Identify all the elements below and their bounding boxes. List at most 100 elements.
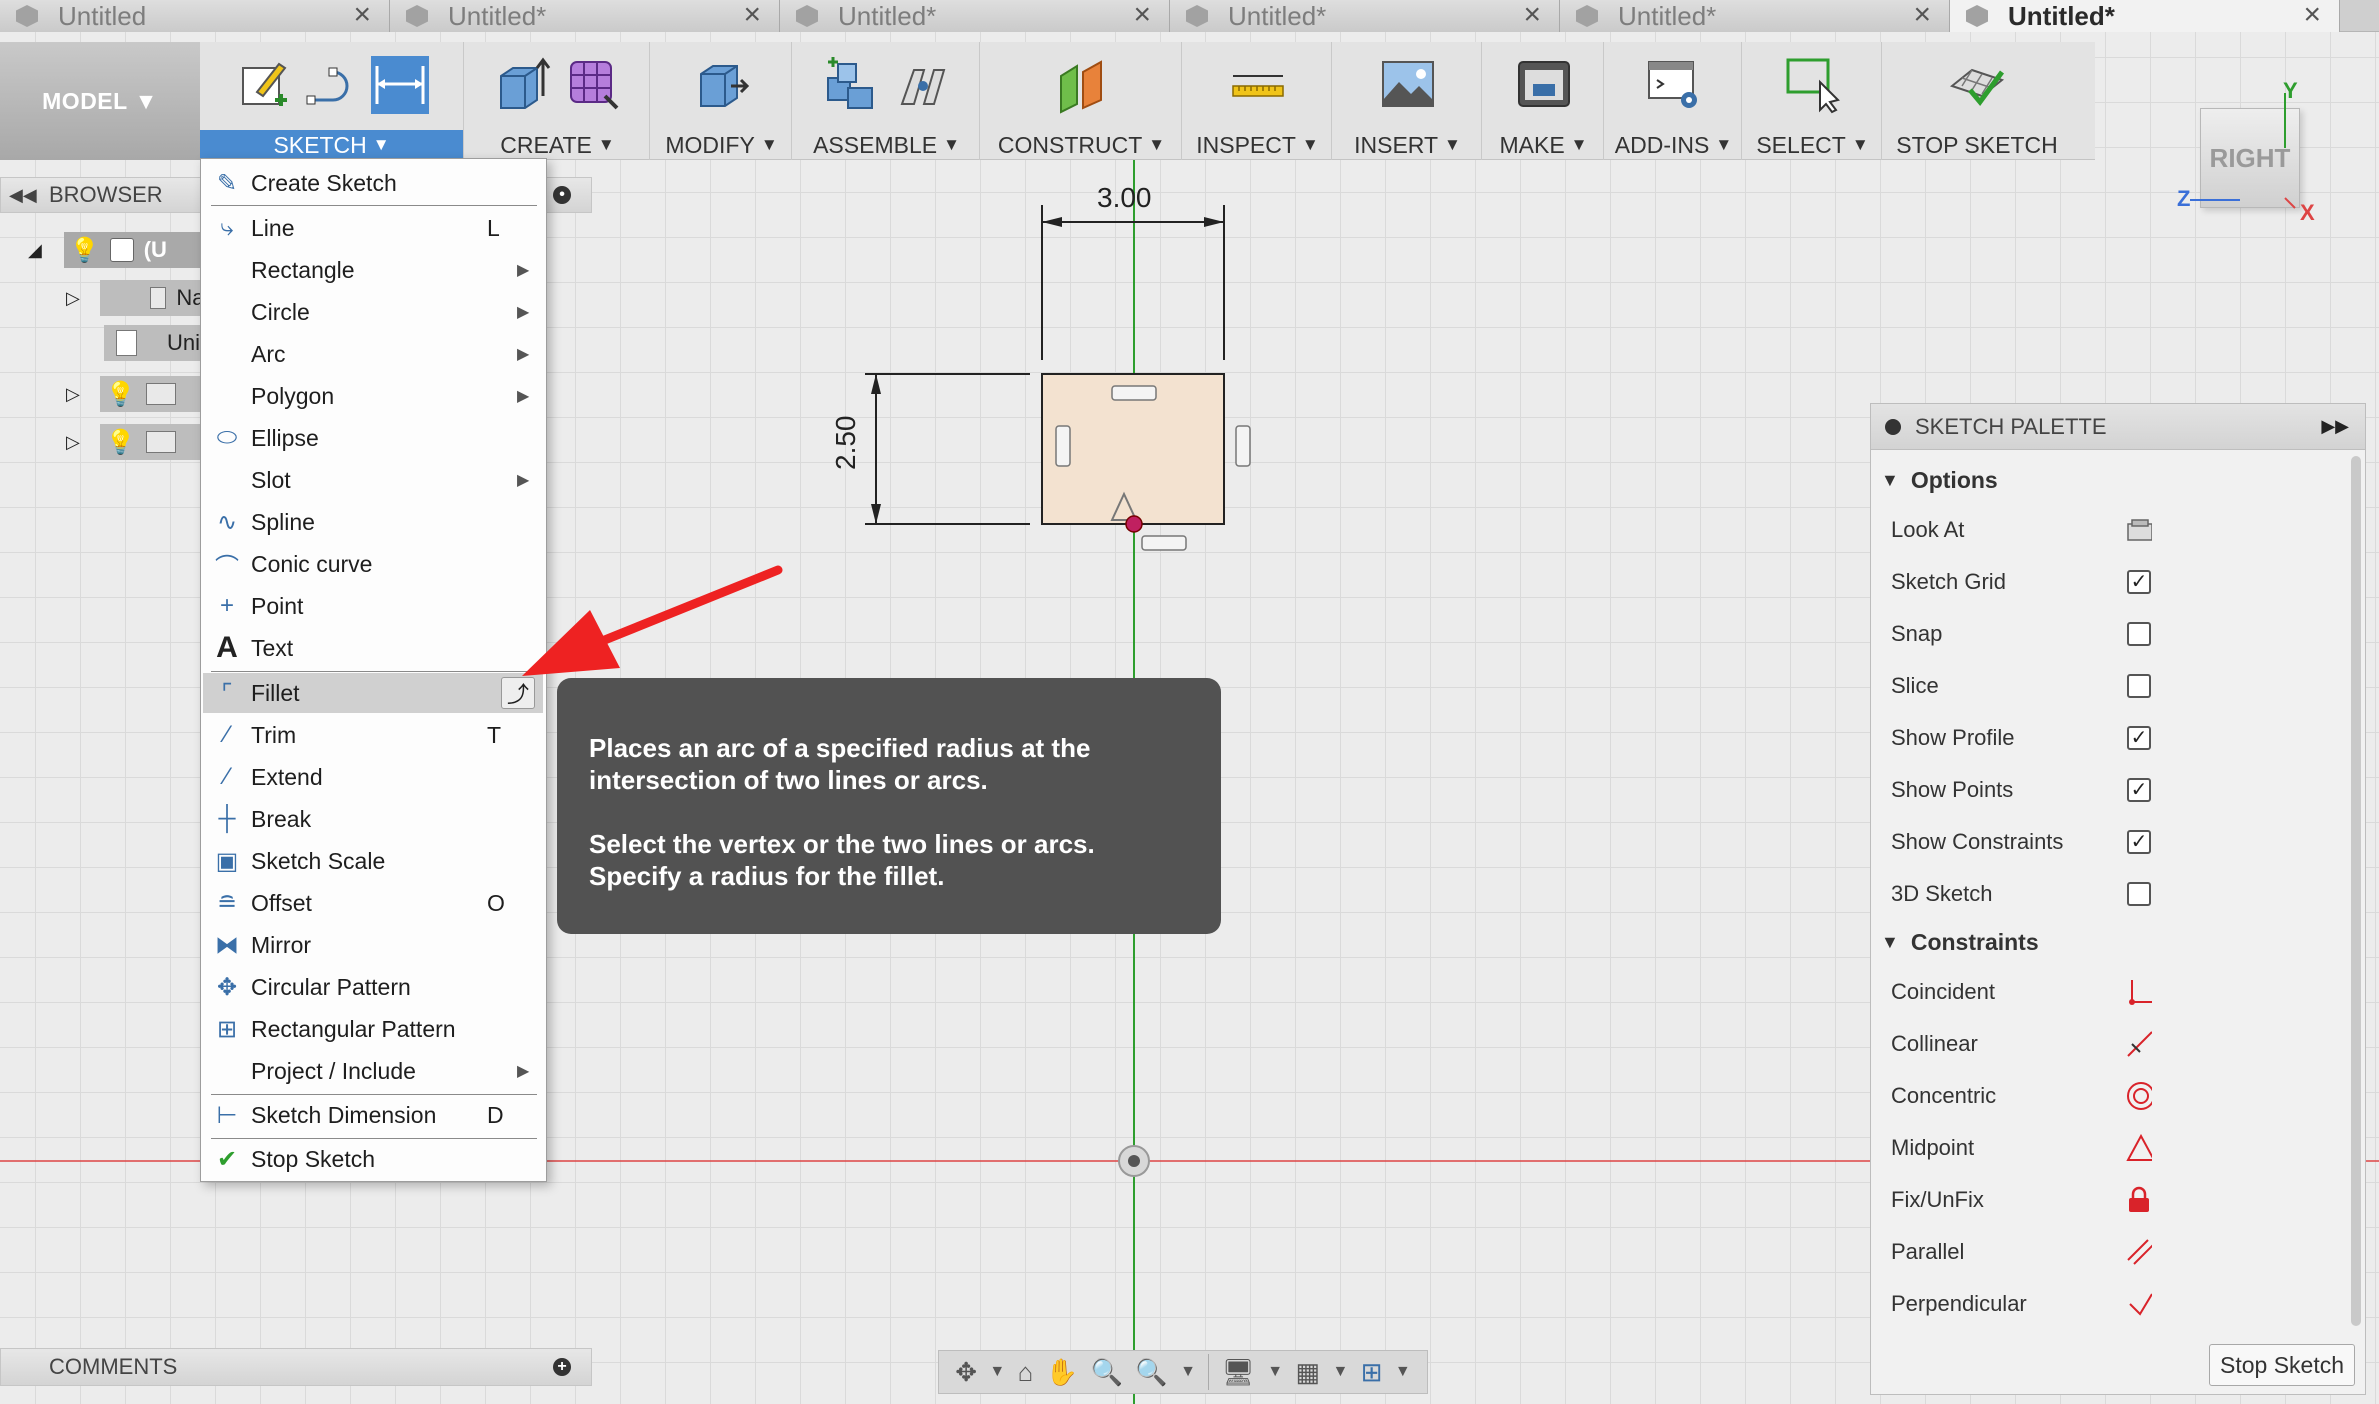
menu-item-arc[interactable]: Arc ▶: [203, 334, 543, 374]
menu-item-label: Spline: [251, 508, 315, 535]
menu-shortcut: L: [487, 214, 500, 241]
menu-item-extend[interactable]: ⁄ Extend: [203, 757, 543, 797]
line-icon: ⤷: [220, 214, 234, 241]
menu-item-offset[interactable]: ≘ Offset O: [203, 883, 543, 923]
show-constraints-checkbox[interactable]: ✓: [2127, 830, 2151, 854]
look-at-icon[interactable]: [2126, 517, 2152, 543]
options-section-header[interactable]: ▼ Options: [1871, 456, 1998, 504]
horizontal-constraint-icon[interactable]: [1111, 385, 1157, 401]
sketch-scale-icon: ▣: [215, 847, 239, 875]
option-show-constraints[interactable]: Show Constraints ✓: [1871, 816, 2341, 868]
option-show-points[interactable]: Show Points ✓: [1871, 764, 2341, 816]
slice-checkbox[interactable]: [2127, 674, 2151, 698]
constraint-concentric[interactable]: Concentric: [1871, 1070, 2341, 1122]
menu-item-rectangle[interactable]: Rectangle ▶: [203, 250, 543, 290]
option-3d-sketch[interactable]: 3D Sketch: [1871, 868, 2341, 920]
pan-hand-icon[interactable]: ✋: [1046, 1357, 1078, 1388]
option-look-at[interactable]: Look At: [1871, 504, 2341, 556]
menu-item-sketch-dimension[interactable]: ⊢ Sketch Dimension D: [203, 1095, 543, 1135]
midpoint-icon[interactable]: [2126, 1134, 2152, 1161]
vertical-constraint-icon[interactable]: [1235, 425, 1251, 467]
menu-item-point[interactable]: + Point: [203, 586, 543, 626]
menu-item-fillet[interactable]: ⌜ Fillet ⤴: [203, 673, 543, 713]
zoom-window-icon[interactable]: 🔍: [1135, 1357, 1167, 1388]
show-profile-checkbox[interactable]: ✓: [2127, 726, 2151, 750]
constraint-collinear[interactable]: Collinear: [1871, 1018, 2341, 1070]
palette-pin-icon[interactable]: [1885, 418, 1901, 435]
display-settings-icon[interactable]: 🖥: [1222, 1357, 1255, 1388]
menu-item-conic-curve[interactable]: ⌒ Conic curve: [203, 544, 543, 584]
chevron-down-icon[interactable]: ▼: [1332, 1363, 1348, 1381]
vertical-constraint-icon[interactable]: [1055, 425, 1071, 467]
create-sketch-icon: ✎: [216, 169, 238, 197]
horizontal-constraint-icon[interactable]: [1141, 535, 1187, 551]
menu-item-polygon[interactable]: Polygon ▶: [203, 376, 543, 416]
menu-item-trim[interactable]: ⁄ Trim T: [203, 715, 543, 755]
palette-scrollbar[interactable]: [2351, 456, 2361, 1326]
menu-item-line[interactable]: ⤷ Line L: [203, 208, 543, 248]
chevron-down-icon[interactable]: ▼: [989, 1363, 1005, 1381]
parallel-icon[interactable]: [2126, 1239, 2152, 1265]
constraint-label: Coincident: [1891, 979, 1995, 1004]
chevron-down-icon[interactable]: ▼: [1180, 1363, 1196, 1381]
expand-palette-icon[interactable]: ▶▶: [2321, 416, 2349, 437]
menu-item-circle[interactable]: Circle ▶: [203, 292, 543, 332]
stop-sketch-button[interactable]: Stop Sketch: [2209, 1344, 2355, 1386]
constraint-label: Concentric: [1891, 1083, 1997, 1108]
menu-item-project-include[interactable]: Project / Include ▶: [203, 1051, 543, 1091]
option-sketch-grid[interactable]: Sketch Grid ✓: [1871, 556, 2341, 608]
option-label: 3D Sketch: [1891, 881, 1993, 906]
menu-item-spline[interactable]: ∿ Spline: [203, 502, 543, 542]
chevron-down-icon[interactable]: ▼: [1267, 1363, 1283, 1381]
show-points-checkbox[interactable]: ✓: [2127, 778, 2151, 802]
menu-item-slot[interactable]: Slot ▶: [203, 460, 543, 500]
constraint-fix-unfix[interactable]: Fix/UnFix: [1871, 1174, 2341, 1226]
collinear-icon[interactable]: [2126, 1031, 2152, 1057]
chevron-down-icon[interactable]: ▼: [1395, 1363, 1411, 1381]
menu-item-create-sketch[interactable]: ✎ Create Sketch: [203, 163, 543, 203]
look-at-icon[interactable]: ⌂: [1018, 1357, 1034, 1388]
3d-sketch-checkbox[interactable]: [2127, 882, 2151, 906]
menu-item-label: Extend: [251, 763, 323, 790]
add-comment-icon[interactable]: +: [553, 1358, 571, 1376]
menu-separator: [211, 671, 537, 672]
concentric-icon[interactable]: [2126, 1082, 2152, 1110]
menu-item-mirror[interactable]: ⧓ Mirror: [203, 925, 543, 965]
menu-item-ellipse[interactable]: ⬭ Ellipse: [203, 418, 543, 458]
constraint-midpoint[interactable]: Midpoint: [1871, 1122, 2341, 1174]
comments-title: COMMENTS: [49, 1354, 178, 1379]
sketch-grid-checkbox[interactable]: ✓: [2127, 570, 2151, 594]
grid-settings-icon[interactable]: ▦: [1295, 1357, 1320, 1388]
rectangular-pattern-icon: ⊞: [216, 1015, 238, 1043]
constraint-coincident[interactable]: Coincident: [1871, 966, 2341, 1018]
lock-icon[interactable]: [2126, 1186, 2152, 1213]
menu-item-text[interactable]: A Text: [203, 628, 543, 668]
constraint-parallel[interactable]: Parallel: [1871, 1226, 2341, 1278]
option-slice[interactable]: Slice: [1871, 660, 2341, 712]
constraint-perpendicular[interactable]: Perpendicular: [1871, 1278, 2341, 1330]
menu-item-sketch-scale[interactable]: ▣ Sketch Scale: [203, 841, 543, 881]
menu-item-circular-pattern[interactable]: ✥ Circular Pattern: [203, 967, 543, 1007]
menu-item-break[interactable]: ┼ Break: [203, 799, 543, 839]
menu-item-label: Break: [251, 805, 312, 832]
option-snap[interactable]: Snap: [1871, 608, 2341, 660]
option-show-profile[interactable]: Show Profile ✓: [1871, 712, 2341, 764]
menu-item-stop-sketch[interactable]: ✔ Stop Sketch: [203, 1139, 543, 1179]
perpendicular-icon[interactable]: [2126, 1291, 2152, 1317]
orbit-icon[interactable]: ✥: [955, 1357, 977, 1388]
coincident-icon[interactable]: [2126, 979, 2152, 1005]
snap-checkbox[interactable]: [2127, 622, 2151, 646]
zoom-icon[interactable]: 🔍: [1091, 1357, 1123, 1388]
menu-item-label: Trim: [251, 721, 297, 748]
sketch-palette-header[interactable]: SKETCH PALETTE ▶▶: [1871, 404, 2365, 450]
menu-item-label: Stop Sketch: [251, 1145, 376, 1172]
menu-item-label: Slot: [251, 466, 291, 493]
sketch-point[interactable]: [1125, 515, 1143, 533]
height-dimension-value[interactable]: 2.50: [830, 416, 862, 471]
width-dimension-value[interactable]: 3.00: [1097, 182, 1152, 214]
fillet-options-icon[interactable]: ⤴: [501, 677, 535, 709]
comments-panel-header[interactable]: COMMENTS +: [0, 1348, 592, 1386]
menu-item-rectangular-pattern[interactable]: ⊞ Rectangular Pattern: [203, 1009, 543, 1049]
constraints-section-header[interactable]: ▼ Constraints: [1871, 918, 2039, 966]
viewports-icon[interactable]: ⊞: [1361, 1357, 1383, 1388]
